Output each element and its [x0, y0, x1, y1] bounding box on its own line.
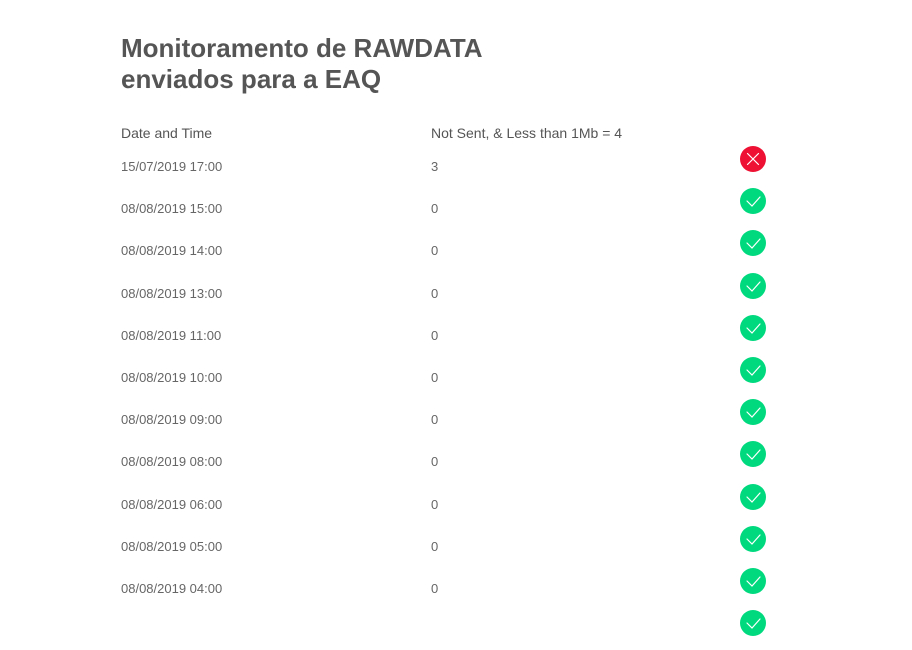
table-row: 08/08/2019 05:00 0 — [121, 524, 781, 566]
table-body: 15/07/2019 17:00 3 08/08/2019 15:00 0 08/08/… — [121, 144, 781, 650]
table-row: 15/07/2019 17:00 3 — [121, 144, 781, 186]
header-date-time: Date and Time — [121, 125, 213, 141]
row-date-time: 15/07/2019 17:00 — [121, 159, 223, 174]
check-icon — [740, 399, 766, 426]
row-not-sent-count: 0 — [431, 454, 439, 470]
check-icon — [740, 567, 766, 594]
table-row: 08/08/2019 09:00 0 — [121, 397, 781, 439]
row-date-time: 08/08/2019 14:00 — [121, 243, 223, 259]
error-icon — [740, 146, 766, 172]
row-not-sent-count: 0 — [431, 580, 439, 596]
table-row: 08/08/2019 13:00 0 — [121, 271, 781, 313]
check-icon — [740, 356, 766, 383]
row-not-sent-count: 3 — [431, 159, 439, 174]
table-row — [121, 608, 781, 650]
monitor-container: Monitoramento de RAWDATA enviados para a… — [121, 33, 781, 637]
check-icon — [740, 525, 766, 552]
table-row: 08/08/2019 08:00 0 — [121, 439, 781, 481]
table-row: 08/08/2019 10:00 0 — [121, 355, 781, 397]
page-title: Monitoramento de RAWDATA enviados para a… — [121, 33, 781, 95]
table-row: 08/08/2019 14:00 0 — [121, 228, 781, 270]
table-row: 08/08/2019 06:00 0 — [121, 482, 781, 524]
table-row: 08/08/2019 04:00 0 — [121, 566, 781, 608]
row-not-sent-count: 0 — [431, 496, 439, 512]
row-not-sent-count: 0 — [431, 201, 439, 217]
row-date-time: 08/08/2019 08:00 — [121, 454, 223, 470]
row-date-time: 08/08/2019 13:00 — [121, 285, 223, 301]
row-date-time: 08/08/2019 04:00 — [121, 580, 223, 596]
row-date-time: 08/08/2019 06:00 — [121, 496, 223, 512]
table-row: 08/08/2019 15:00 0 — [121, 186, 781, 228]
check-icon — [740, 272, 766, 299]
check-icon — [740, 441, 766, 468]
header-not-sent: Not Sent, & Less than 1Mb = 4 — [431, 125, 623, 141]
row-not-sent-count: 0 — [431, 412, 439, 428]
page-title-line-1: Monitoramento de RAWDATA — [121, 33, 483, 63]
row-date-time: 08/08/2019 15:00 — [121, 201, 223, 217]
row-date-time: 08/08/2019 05:00 — [121, 538, 223, 554]
row-not-sent-count: 0 — [431, 327, 439, 343]
check-icon — [740, 314, 766, 341]
check-icon — [740, 230, 766, 257]
row-date-time: 08/08/2019 11:00 — [121, 327, 222, 343]
check-icon — [740, 188, 766, 215]
row-not-sent-count: 0 — [431, 243, 439, 259]
row-date-time: 08/08/2019 09:00 — [121, 412, 223, 428]
check-icon — [740, 483, 766, 510]
rawdata-table: Date and Time Not Sent, & Less than 1Mb … — [121, 125, 781, 637]
row-not-sent-count: 0 — [431, 285, 439, 301]
row-not-sent-count: 0 — [431, 369, 439, 385]
page-title-line-2: enviados para a EAQ — [121, 64, 382, 94]
row-not-sent-count: 0 — [431, 538, 439, 554]
table-row: 08/08/2019 11:00 0 — [121, 313, 781, 355]
check-icon — [740, 610, 766, 637]
row-date-time: 08/08/2019 10:00 — [121, 369, 223, 385]
